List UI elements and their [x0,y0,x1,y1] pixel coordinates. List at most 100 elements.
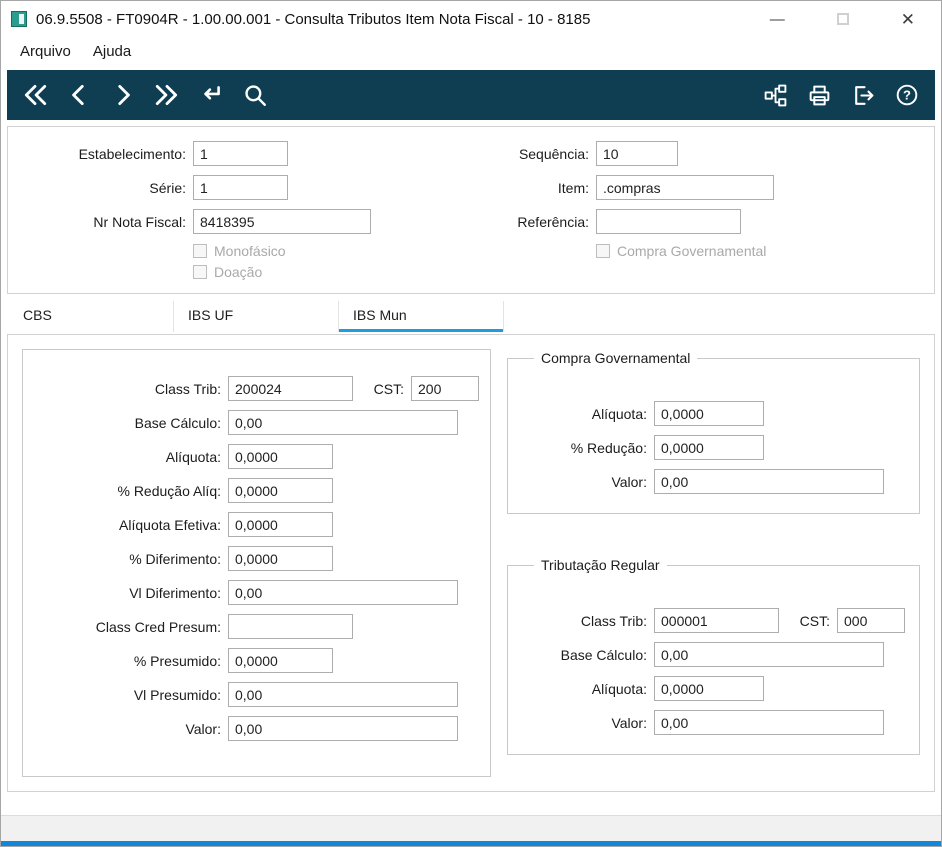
tr-class-trib-label: Class Trib: [580,612,647,629]
item-label: Item: [557,179,589,196]
class-trib-label: Class Trib: [154,380,221,397]
monofasico-label: Monofásico [214,243,286,259]
help-button[interactable]: ? [891,79,923,111]
ibs-mun-panel: Class Trib: CST: Base Cálculo: Alíquota:… [7,334,935,792]
tr-cst-label: CST: [799,612,830,629]
window-title: 06.9.5508 - FT0904R - 1.00.00.001 - Cons… [36,10,591,28]
exit-button[interactable] [847,79,879,111]
menu-arquivo[interactable]: Arquivo [9,39,82,64]
vl-diferimento-label: Vl Diferimento: [129,584,221,601]
tr-cst-input[interactable] [837,608,905,633]
window-bottom-accent [1,841,941,846]
estabelecimento-input[interactable] [193,141,288,166]
doacao-checkbox[interactable] [193,265,207,279]
referencia-label: Referência: [517,213,589,230]
aliquota-input[interactable] [228,444,333,469]
aliquota-efetiva-label: Alíquota Efetiva: [119,516,221,533]
search-icon [245,85,266,106]
sequencia-label: Sequência: [518,145,589,162]
help-icon: ? [896,84,918,106]
valor-input[interactable] [228,716,458,741]
serie-input[interactable] [193,175,288,200]
header-right-column: Sequência: Item: Referência: Compra Gove… [478,141,934,285]
cg-aliquota-input[interactable] [654,401,764,426]
tr-base-calculo-label: Base Cálculo: [560,646,647,663]
titlebar: 06.9.5508 - FT0904R - 1.00.00.001 - Cons… [1,1,941,37]
next-record-button[interactable] [107,79,139,111]
header-form: Estabelecimento: Série: Nr Nota Fiscal: … [7,126,935,294]
cg-valor-input[interactable] [654,469,884,494]
enter-query-button[interactable] [195,79,227,111]
perc-diferimento-input[interactable] [228,546,333,571]
vl-diferimento-input[interactable] [228,580,458,605]
close-button[interactable]: ✕ [901,11,915,28]
class-trib-input[interactable] [228,376,353,401]
minimize-button[interactable]: — [770,12,785,27]
vl-presumido-input[interactable] [228,682,458,707]
aliquota-efetiva-input[interactable] [228,512,333,537]
nr-nota-fiscal-input[interactable] [193,209,371,234]
last-record-button[interactable] [151,79,183,111]
search-button[interactable] [239,79,271,111]
app-icon [11,11,27,27]
nr-nota-fiscal-label: Nr Nota Fiscal: [93,213,186,230]
aliquota-label: Alíquota: [165,448,221,465]
perc-diferimento-label: % Diferimento: [129,550,221,567]
compra-governamental-checkbox[interactable] [596,244,610,258]
doacao-label: Doação [214,264,263,280]
menu-ajuda[interactable]: Ajuda [82,39,142,64]
svg-text:?: ? [903,87,911,102]
print-icon [809,85,829,105]
tab-ibs-mun[interactable]: IBS Mun [339,301,504,332]
class-cred-presum-input[interactable] [228,614,353,639]
tr-valor-label: Valor: [611,714,647,731]
enter-icon [204,86,220,100]
window-controls: — ✕ [770,11,931,28]
first-record-button[interactable] [19,79,51,111]
compra-governamental-label: Compra Governamental [617,243,767,259]
tab-cbs[interactable]: CBS [9,301,174,332]
double-chevron-right-icon [155,84,178,106]
status-bar [1,815,941,841]
tab-ibs-uf[interactable]: IBS UF [174,301,339,332]
compra-governamental-group-title: Compra Governamental [534,350,698,366]
base-calculo-input[interactable] [228,410,458,435]
maximize-button[interactable] [836,13,849,25]
cg-aliquota-label: Alíquota: [591,405,647,422]
exit-icon [854,85,873,105]
cg-perc-reducao-label: % Redução: [570,439,647,456]
tr-base-calculo-input[interactable] [654,642,884,667]
cg-perc-reducao-input[interactable] [654,435,764,460]
sequencia-input[interactable] [596,141,678,166]
perc-presumido-input[interactable] [228,648,333,673]
tr-valor-input[interactable] [654,710,884,735]
tr-class-trib-input[interactable] [654,608,779,633]
tab-bar: CBS IBS UF IBS Mun [9,301,933,332]
referencia-input[interactable] [596,209,741,234]
serie-label: Série: [149,179,186,196]
tr-aliquota-input[interactable] [654,676,764,701]
perc-reducao-aliq-input[interactable] [228,478,333,503]
chevron-left-icon [72,84,84,106]
compra-governamental-group: Compra Governamental Alíquota: % Redução… [507,350,920,514]
ibs-mun-left-group: Class Trib: CST: Base Cálculo: Alíquota:… [22,349,491,777]
tributacao-regular-group: Tributação Regular Class Trib: CST: Base… [507,557,920,755]
toolbar-nav-group [19,79,271,111]
valor-label: Valor: [185,720,221,737]
class-cred-presum-label: Class Cred Presum: [95,618,221,635]
cg-valor-label: Valor: [611,473,647,490]
menubar: Arquivo Ajuda [1,37,941,66]
tr-aliquota-label: Alíquota: [591,680,647,697]
print-button[interactable] [803,79,835,111]
chevron-right-icon [118,84,130,106]
toolbar-action-group: ? [759,79,923,111]
item-input[interactable] [596,175,774,200]
ibs-mun-right-column: Compra Governamental Alíquota: % Redução… [507,349,920,777]
cst-input[interactable] [411,376,479,401]
monofasico-checkbox[interactable] [193,244,207,258]
program-flow-button[interactable] [759,79,791,111]
previous-record-button[interactable] [63,79,95,111]
perc-reducao-aliq-label: % Redução Alíq: [117,482,221,499]
base-calculo-label: Base Cálculo: [134,414,221,431]
app-window: 06.9.5508 - FT0904R - 1.00.00.001 - Cons… [0,0,942,847]
